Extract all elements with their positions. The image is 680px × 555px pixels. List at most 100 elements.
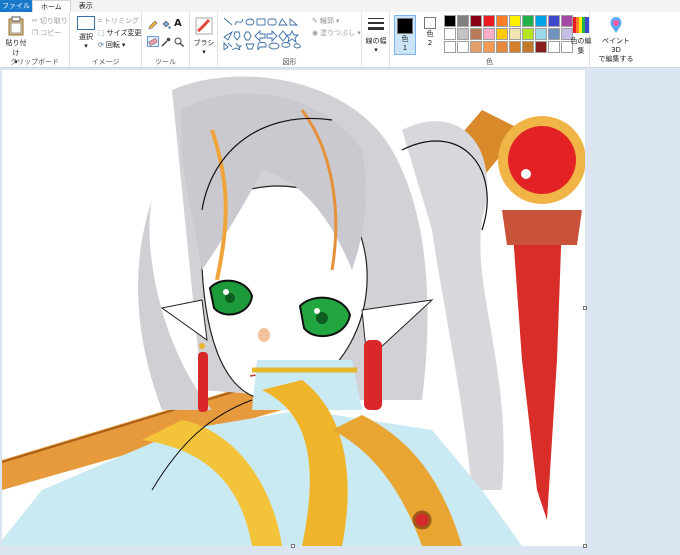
color1-swatch [397,18,413,34]
palette-swatch[interactable] [535,28,547,40]
eraser-icon[interactable] [147,36,159,47]
palette-swatch[interactable] [509,15,521,27]
cut-button[interactable]: ✂ 切り取り [32,16,68,26]
shapes-group-label: 図形 [282,58,297,66]
brushes-button[interactable]: ブラシ ▾ [191,16,217,56]
text-tool-icon[interactable]: A [174,19,184,29]
tab-file[interactable]: ファイル [0,0,32,12]
outline-button[interactable]: ✎ 輪郭 ▾ [312,16,339,26]
paint3d-icon [610,17,622,33]
color2-button[interactable]: 色 2 [420,15,440,47]
chevron-down-icon: ▾ [202,48,206,56]
workspace [0,69,680,555]
brushes-group: ブラシ ▾ [190,12,218,68]
fill-label: 塗りつぶし [320,29,356,37]
tools-group: A ツール [142,12,190,68]
tab-view[interactable]: 表示 [71,0,101,12]
palette-swatch[interactable] [470,15,482,27]
palette-swatch[interactable] [509,28,521,40]
palette-swatch[interactable] [522,15,534,27]
palette-swatch[interactable] [483,41,495,53]
select-label: 選択 [79,33,93,41]
shapes-gallery[interactable] [222,16,310,50]
palette-swatch[interactable] [444,15,456,27]
palette-swatch[interactable] [457,15,469,27]
crop-label: トリミング [103,17,139,25]
image-group-label: イメージ [91,58,120,66]
palette-swatch[interactable] [535,15,547,27]
scissors-icon: ✂ [32,17,38,25]
pencil-icon[interactable] [148,20,158,30]
color1-num: 1 [402,44,408,52]
resize-button[interactable]: ⬚ サイズ変更 [98,28,141,38]
rotate-button[interactable]: ⟳ 回転 ▾ [98,40,125,50]
palette-swatch[interactable] [470,41,482,53]
palette-swatch[interactable] [457,28,469,40]
colors-group-label: 色 [486,58,493,66]
edit-colors-label: 色の編集 [570,37,592,55]
paste-icon [8,16,24,36]
color2-swatch [424,17,436,29]
paint3d-button[interactable]: ペイント 3D で編集する [596,16,636,64]
drawing-canvas[interactable] [2,70,585,546]
clipboard-group-label: クリップボード [10,58,59,66]
crop-button[interactable]: ⌗ トリミング [98,16,139,26]
select-rect-icon [77,16,95,30]
magnifier-icon[interactable] [174,37,184,47]
rotate-icon: ⟳ [98,41,104,49]
palette-swatch[interactable] [548,15,560,27]
brushes-label: ブラシ [193,39,215,47]
brush-icon [195,17,213,35]
chevron-down-icon: ▾ [84,42,88,50]
color1-label: 色 [401,35,409,43]
chevron-down-icon: ▾ [357,29,361,37]
chevron-down-icon: ▾ [335,17,340,25]
chevron-down-icon: ▾ [121,41,126,49]
fill-button[interactable]: ◉ 塗りつぶし ▾ [312,28,361,38]
size-button[interactable]: 線の幅 ▾ [363,16,389,54]
size-label: 線の幅 [365,37,387,45]
chevron-down-icon: ▾ [374,46,378,54]
palette-swatch[interactable] [496,41,508,53]
color2-label: 色 [426,30,434,38]
paint3d-label-1: ペイント 3D [602,37,630,54]
fill-icon: ◉ [312,29,319,37]
tab-home[interactable]: ホーム [32,0,71,12]
shapes-group: ✎ 輪郭 ▾ ◉ 塗りつぶし ▾ 図形 [218,12,362,68]
palette-swatch[interactable] [535,41,547,53]
palette-swatch[interactable] [457,41,469,53]
menu-tab-bar: ファイル ホーム 表示 [0,0,680,12]
palette-swatch[interactable] [483,15,495,27]
palette-swatch[interactable] [496,15,508,27]
palette-swatch[interactable] [522,28,534,40]
image-group: 選択 ▾ ⌗ トリミング ⬚ サイズ変更 ⟳ 回転 ▾ イメージ [70,12,142,68]
color-picker-icon[interactable] [161,37,171,47]
palette-swatch[interactable] [444,28,456,40]
ribbon: 貼り付け ▾ ✂ 切り取り ❐ コピー クリップボード 選択 ▾ ⌗ トリミング ⬚ サ… [0,12,680,68]
edit-colors-button[interactable]: 色の編集 [568,16,594,56]
color1-button[interactable]: 色 1 [394,15,416,55]
crop-icon: ⌗ [98,16,102,25]
palette-swatch[interactable] [548,28,560,40]
outline-label: 輪郭 [319,17,334,25]
fill-bucket-icon[interactable] [161,20,171,30]
palette-swatch[interactable] [470,28,482,40]
paint3d-label-2: で編集する [598,55,634,63]
rainbow-icon [573,17,589,33]
copy-button[interactable]: ❐ コピー [32,28,61,38]
palette-swatch[interactable] [548,41,560,53]
palette-swatch[interactable] [496,28,508,40]
copy-label: コピー [40,29,62,37]
palette-swatch[interactable] [444,41,456,53]
color2-num: 2 [427,39,433,47]
palette-swatch[interactable] [483,28,495,40]
resize-icon: ⬚ [98,29,105,37]
canvas-resize-handle-right[interactable] [583,306,587,310]
palette-swatch[interactable] [522,41,534,53]
cut-label: 切り取り [39,17,68,25]
select-button[interactable]: 選択 ▾ [73,16,99,50]
canvas-resize-handle-bottom[interactable] [291,544,295,548]
palette-swatch[interactable] [509,41,521,53]
canvas-resize-handle-corner[interactable] [583,544,587,548]
size-group: 線の幅 ▾ [362,12,390,68]
